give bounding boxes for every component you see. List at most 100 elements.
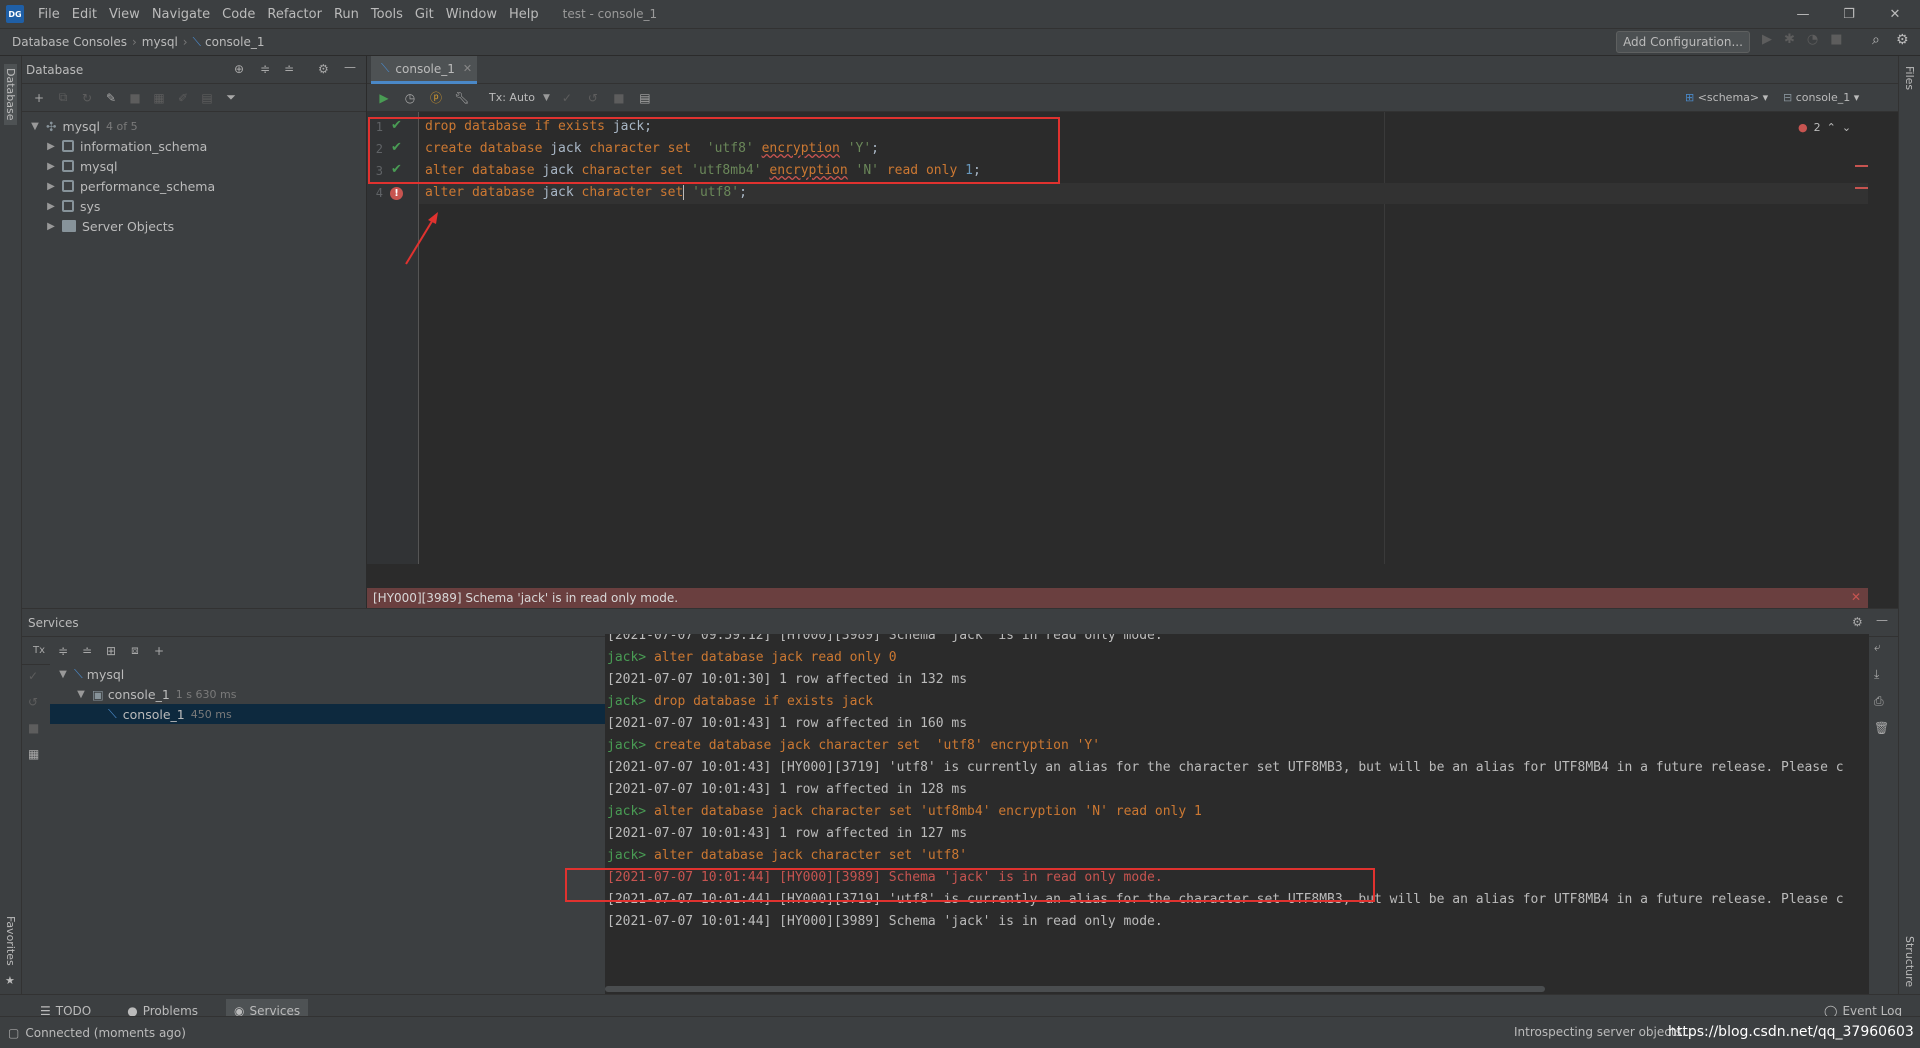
menu-help[interactable]: Help <box>503 7 545 22</box>
settings-icon[interactable]: ⚙ <box>1896 32 1909 48</box>
output-line: jack> alter database jack read only 0 <box>607 650 897 665</box>
chevron-right-icon[interactable]: ▶ <box>44 161 58 172</box>
add-configuration-button[interactable]: Add Configuration... <box>1616 31 1750 53</box>
tree-item-mysql[interactable]: ▶ mysql <box>28 156 366 176</box>
session-icon: ▣ <box>92 686 104 702</box>
breadcrumb-mysql[interactable]: mysql <box>142 35 178 49</box>
structure-tool-tab[interactable]: Structure <box>1903 936 1916 987</box>
add-icon[interactable]: + <box>150 642 168 660</box>
table-icon[interactable]: ▦ <box>150 89 168 107</box>
execute-icon[interactable]: ▶ <box>375 89 393 107</box>
gear-icon[interactable]: ⚙ <box>318 62 329 76</box>
output-command: alter database jack read only 0 <box>653 650 897 665</box>
menu-window[interactable]: Window <box>440 7 503 22</box>
search-icon[interactable]: ⌕ <box>1872 32 1880 48</box>
horizontal-scrollbar[interactable] <box>605 986 1545 992</box>
soft-wrap-icon[interactable]: ⤶ <box>1874 640 1889 655</box>
breadcrumb-console[interactable]: console_1 <box>205 35 265 49</box>
status-text: Connected (moments ago) <box>25 1025 186 1040</box>
tree-root-mysql[interactable]: ▼ ✣ mysql 4 of 5 <box>28 116 366 136</box>
service-item-console[interactable]: ⟍ console_1 450 ms <box>50 704 605 724</box>
wrench-icon[interactable]: 🔧︎ <box>453 89 471 107</box>
filter-icon[interactable]: ⏷ <box>222 89 240 107</box>
menu-file[interactable]: File <box>32 7 66 22</box>
rollback-icon[interactable]: ↺ <box>584 89 602 107</box>
stop-icon[interactable]: ■ <box>126 89 144 107</box>
expand-all-icon[interactable]: ≑ <box>54 642 72 660</box>
menu-run[interactable]: Run <box>328 7 365 22</box>
service-item-console-session[interactable]: ▼ ▣ console_1 1 s 630 ms <box>50 684 605 704</box>
console-icon[interactable]: ▤ <box>198 89 216 107</box>
chevron-down-icon[interactable]: ⌄ <box>1842 121 1851 134</box>
edit-icon[interactable]: ✐ <box>174 89 192 107</box>
coverage-icon[interactable]: ◔ <box>1807 32 1818 47</box>
run-icon[interactable]: ▶ <box>1762 32 1772 47</box>
tree-item-server-objects[interactable]: ▶ Server Objects <box>28 216 366 236</box>
app-logo: DG <box>6 5 24 23</box>
tx-icon[interactable]: Tx <box>30 642 48 660</box>
chevron-down-icon[interactable]: ▼ <box>74 689 88 700</box>
trash-icon[interactable]: 🗑︎ <box>1874 721 1889 735</box>
tree-item-sys[interactable]: ▶ sys <box>28 196 366 216</box>
service-item-mysql[interactable]: ▼ ⟍ mysql <box>50 664 605 684</box>
parameters-icon[interactable]: ⓟ <box>427 89 445 107</box>
database-tool-tab[interactable]: Database <box>4 64 17 125</box>
chevron-right-icon[interactable]: ▶ <box>44 141 58 152</box>
chevron-right-icon[interactable]: ▶ <box>44 181 58 192</box>
files-tool-tab[interactable]: Files <box>1903 66 1916 90</box>
menu-refactor[interactable]: Refactor <box>261 7 328 22</box>
menu-code[interactable]: Code <box>216 7 261 22</box>
tab-console-1[interactable]: ⟍ console_1 ✕ <box>371 56 477 84</box>
tree-item-information-schema[interactable]: ▶ information_schema <box>28 136 366 156</box>
chevron-right-icon[interactable]: ▶ <box>44 221 58 232</box>
copy-icon[interactable]: ⧉ <box>54 89 72 107</box>
close-icon[interactable]: ✕ <box>1872 0 1918 28</box>
hide-panel-icon[interactable]: — <box>1876 613 1888 627</box>
history-icon[interactable]: ◷ <box>401 89 419 107</box>
close-icon[interactable]: ✕ <box>1851 590 1861 604</box>
minimize-icon[interactable]: — <box>1780 0 1826 28</box>
commit-icon[interactable]: ✓ <box>558 89 576 107</box>
console-icon: ⟍ <box>108 706 117 721</box>
chevron-up-icon[interactable]: ⌃ <box>1827 121 1836 134</box>
layout-icon[interactable]: ⧈ <box>126 642 144 660</box>
expand-all-icon[interactable]: ≑ <box>260 62 270 76</box>
menu-tools[interactable]: Tools <box>365 7 409 22</box>
properties-icon[interactable]: ✎ <box>102 89 120 107</box>
hide-panel-icon[interactable]: — <box>344 60 356 74</box>
menu-navigate[interactable]: Navigate <box>146 7 216 22</box>
layout-icon[interactable]: ▦ <box>28 747 39 761</box>
stop-icon[interactable]: ■ <box>1830 32 1842 47</box>
favorites-tool-tab[interactable]: Favorites <box>4 916 17 966</box>
tree-item-performance-schema[interactable]: ▶ performance_schema <box>28 176 366 196</box>
chevron-down-icon[interactable]: ▼ <box>28 121 42 132</box>
commit-icon[interactable]: ✓ <box>28 669 39 683</box>
output-icon[interactable]: ▤ <box>636 89 654 107</box>
chevron-down-icon[interactable]: ▼ <box>56 669 70 680</box>
inspection-widget[interactable]: ● 2 ⌃ ⌄ <box>1798 121 1851 134</box>
breadcrumb-consoles[interactable]: Database Consoles <box>12 35 127 49</box>
add-icon[interactable]: + <box>30 89 48 107</box>
tx-mode-select[interactable]: Tx: Auto <box>489 91 535 104</box>
stop-icon[interactable]: ■ <box>610 89 628 107</box>
debug-icon[interactable]: ✱ <box>1784 32 1795 47</box>
refresh-icon[interactable]: ↻ <box>78 89 96 107</box>
menu-git[interactable]: Git <box>409 7 440 22</box>
restore-icon[interactable]: ❐ <box>1826 0 1872 28</box>
scroll-to-end-icon[interactable]: ⤓ <box>1874 667 1889 682</box>
console-selector[interactable]: ⊟ console_1 ▾ <box>1783 91 1859 104</box>
rollback-icon[interactable]: ↺ <box>28 695 39 709</box>
collapse-all-icon[interactable]: ≐ <box>78 642 96 660</box>
stop-icon[interactable]: ■ <box>28 721 39 735</box>
menu-view[interactable]: View <box>103 7 146 22</box>
close-tab-icon[interactable]: ✕ <box>463 62 472 75</box>
schema-selector[interactable]: ⊞ <schema> ▾ <box>1685 91 1768 104</box>
target-icon[interactable]: ⊕ <box>234 62 244 76</box>
services-output[interactable]: [2021-07-07 09:59:12] [HY000][3989] Sche… <box>605 634 1869 994</box>
group-icon[interactable]: ⊞ <box>102 642 120 660</box>
print-icon[interactable]: ⎙ <box>1874 694 1889 709</box>
gear-icon[interactable]: ⚙ <box>1852 615 1863 629</box>
collapse-all-icon[interactable]: ≐ <box>284 62 294 76</box>
chevron-right-icon[interactable]: ▶ <box>44 201 58 212</box>
menu-edit[interactable]: Edit <box>66 7 103 22</box>
